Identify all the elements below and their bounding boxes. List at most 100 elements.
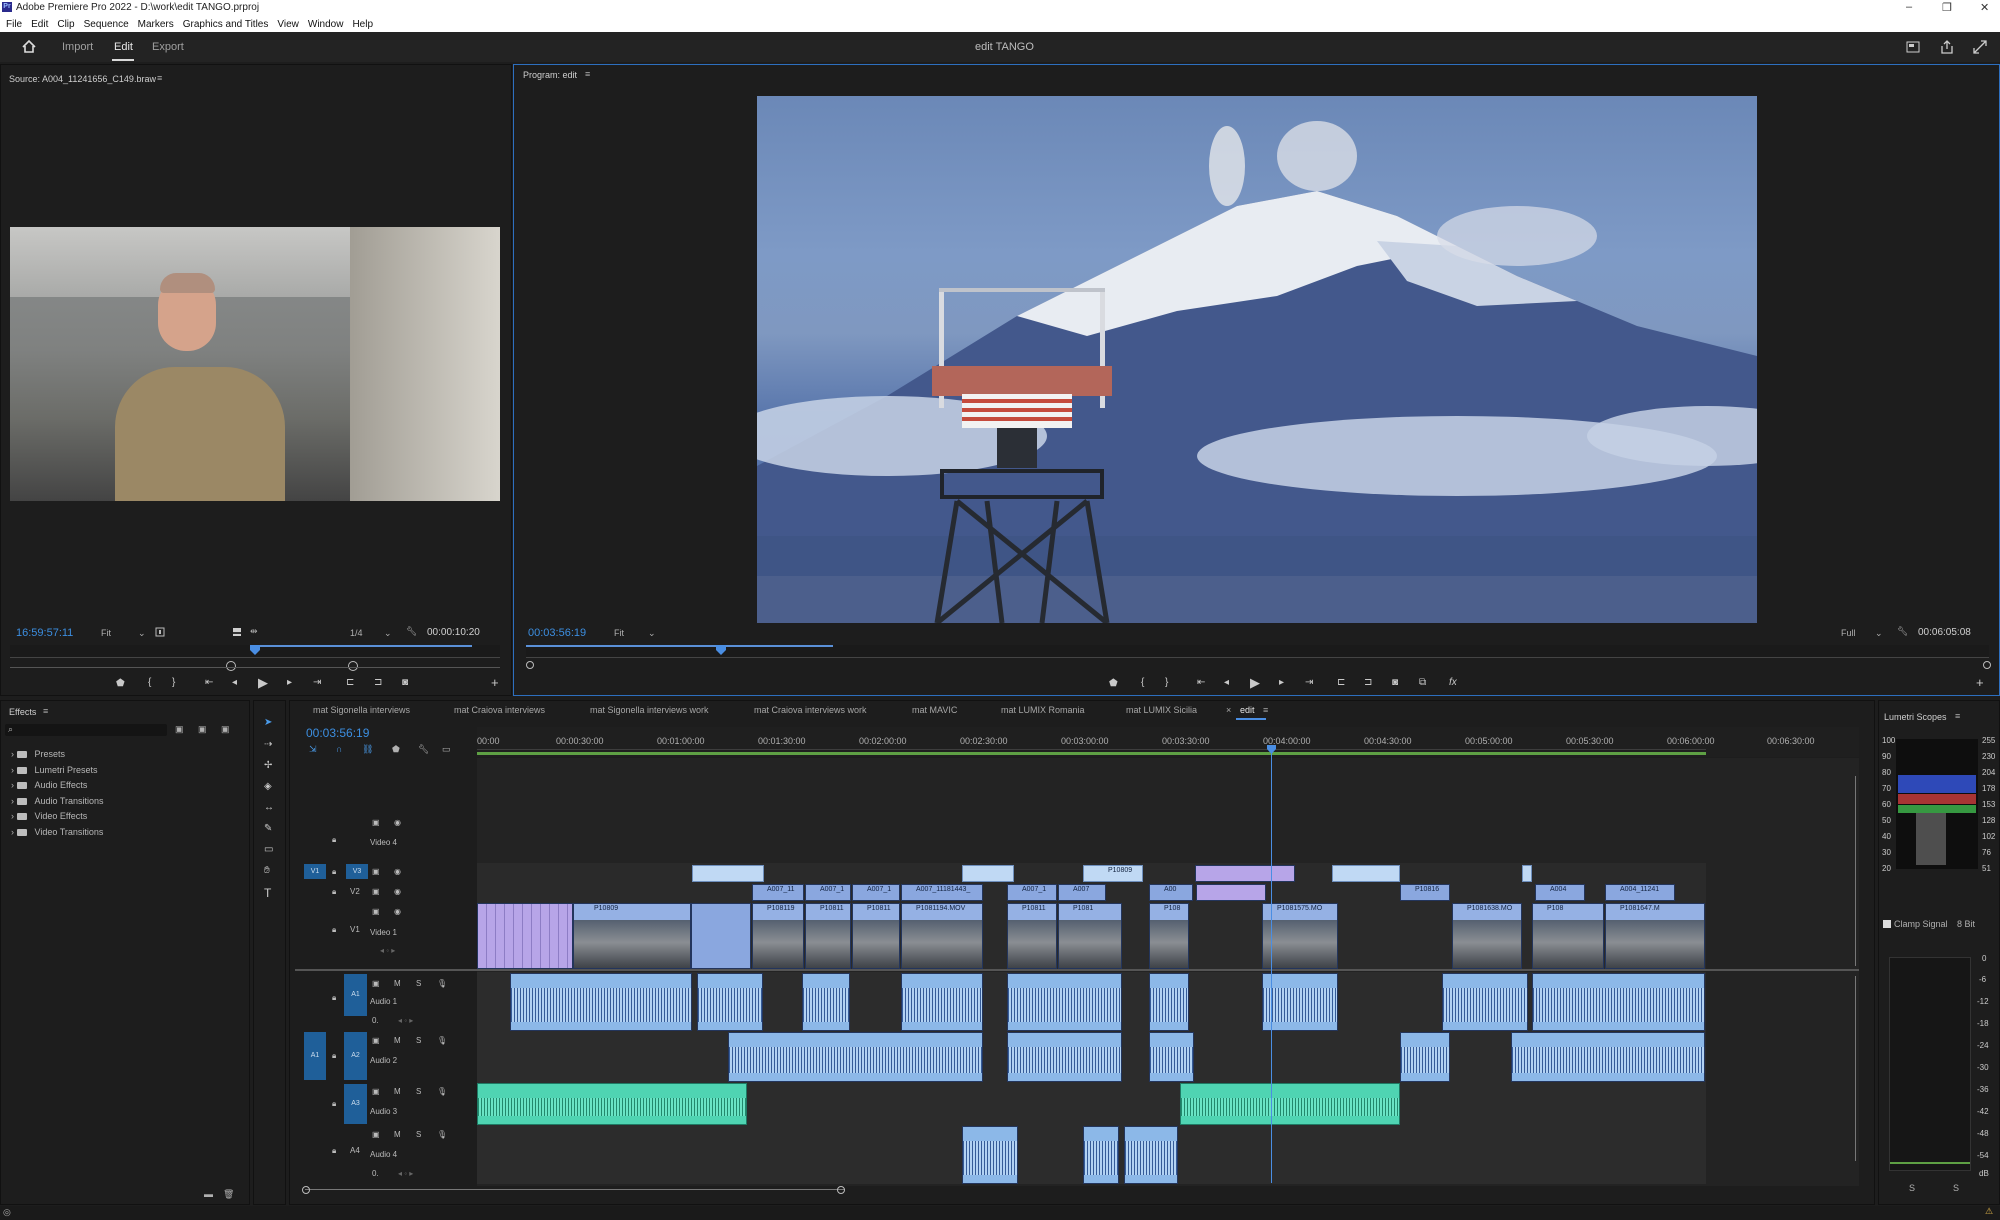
lock-icon[interactable]: 🔒︎ <box>332 1099 336 1109</box>
mute-button[interactable]: M <box>394 979 401 988</box>
clip-v1[interactable]: P108 <box>1532 903 1604 969</box>
timeline-tab-edit[interactable]: edit <box>1240 705 1255 715</box>
mark-in-icon[interactable]: { <box>1141 677 1144 688</box>
horizontal-scrollbar[interactable] <box>305 1189 845 1190</box>
audio-clip-a1[interactable] <box>1532 973 1705 1031</box>
sync-icon[interactable]: ▣ <box>372 887 380 896</box>
eye-icon[interactable]: ◉ <box>394 818 401 827</box>
audio-clip-a2[interactable] <box>1149 1032 1194 1082</box>
close-window-button[interactable]: ✕ <box>1980 1 1989 14</box>
audio-clip-a4[interactable] <box>962 1126 1018 1184</box>
slip-tool-icon[interactable]: ↔ <box>264 802 274 813</box>
insert-icon[interactable]: ⊏ <box>346 677 354 688</box>
restore-button[interactable]: ❐ <box>1942 1 1952 14</box>
program-timecode[interactable]: 00:03:56:19 <box>528 627 586 639</box>
mark-out-icon[interactable]: } <box>172 677 175 688</box>
mark-in-icon[interactable]: { <box>148 677 151 688</box>
zoom-bar[interactable] <box>10 667 500 668</box>
video-vertical-scrollbar[interactable] <box>1855 776 1856 966</box>
sync-icon[interactable]: ▣ <box>372 1036 380 1045</box>
track-target-v3[interactable]: V3 <box>346 864 368 879</box>
eye-icon[interactable]: ◉ <box>394 867 401 876</box>
clamp-signal-checkbox[interactable] <box>1883 920 1891 928</box>
source-monitor-title[interactable]: Source: A004_11241656_C149.braw <box>9 74 156 84</box>
clip-v1[interactable] <box>477 903 573 969</box>
audio-clip-a4[interactable] <box>1083 1126 1119 1184</box>
tab-import[interactable]: Import <box>62 41 93 53</box>
timeline-playhead[interactable] <box>1267 745 1276 754</box>
ripple-edit-tool-icon[interactable]: ✢ <box>264 760 272 771</box>
program-resolution-select[interactable]: Full <box>1841 628 1856 638</box>
play-icon[interactable]: ▶ <box>258 675 268 691</box>
panel-menu-icon[interactable]: ≡ <box>43 706 48 716</box>
clip-v2[interactable]: P10816 <box>1400 884 1450 901</box>
new-bin-icon[interactable]: ▬ <box>204 1189 213 1199</box>
tree-item-video-transitions[interactable]: › Video Transitions <box>11 827 103 837</box>
clip-v1[interactable]: P1081638.MO <box>1452 903 1522 969</box>
timeline-tab-mavic[interactable]: mat MAVIC <box>912 705 957 715</box>
go-to-out-icon[interactable]: ⇥ <box>313 677 321 688</box>
trash-icon[interactable]: 🗑︎ <box>223 1189 234 1200</box>
panel-menu-icon[interactable]: ≡ <box>1263 705 1268 715</box>
menu-edit[interactable]: Edit <box>31 19 48 30</box>
menu-window[interactable]: Window <box>308 19 344 30</box>
drag-video-icon[interactable]: ⇹ <box>250 626 258 637</box>
tree-item-audio-effects[interactable]: › Audio Effects <box>11 780 87 790</box>
panel-menu-icon[interactable]: ≡ <box>585 69 590 79</box>
clip-v3[interactable] <box>1522 865 1532 882</box>
microphone-icon[interactable]: 🎙︎ <box>437 1130 447 1139</box>
wrench-icon[interactable]: 🔧︎ <box>406 626 417 637</box>
clip-v1[interactable] <box>691 903 751 969</box>
clip-v1[interactable]: P108 <box>1149 903 1189 969</box>
warning-icon[interactable]: ⚠ <box>1985 1206 1993 1217</box>
accelerated-effects-icon[interactable]: ▣ <box>175 724 184 735</box>
audio-clip-a2[interactable] <box>1400 1032 1450 1082</box>
program-playhead[interactable] <box>716 645 726 655</box>
timeline-tab-sigonella-interviews[interactable]: mat Sigonella interviews <box>313 705 410 715</box>
menu-view[interactable]: View <box>277 19 299 30</box>
source-patch-a1[interactable]: A1 <box>304 1032 326 1080</box>
mark-out-icon[interactable]: } <box>1165 677 1168 688</box>
insert-nest-icon[interactable]: ⇲ <box>309 744 317 755</box>
microphone-icon[interactable]: 🎙︎ <box>437 979 447 988</box>
play-icon[interactable]: ▶ <box>1250 675 1260 691</box>
audio-clip-a2[interactable] <box>1511 1032 1705 1082</box>
clip-v3[interactable] <box>962 865 1014 882</box>
linked-selection-icon[interactable]: ⛓︎ <box>362 744 373 755</box>
lock-icon[interactable]: 🔒︎ <box>332 867 336 877</box>
tab-export[interactable]: Export <box>152 41 184 53</box>
clip-v2[interactable]: A004 <box>1535 884 1585 901</box>
captions-icon[interactable]: ▭ <box>442 744 451 755</box>
audio-clip-a4[interactable] <box>1124 1126 1178 1184</box>
sync-icon[interactable]: ▣ <box>372 907 380 916</box>
clip-v2[interactable]: A007_1 <box>1007 884 1057 901</box>
sync-icon[interactable]: ▣ <box>372 818 380 827</box>
camera-icon[interactable]: ◙ <box>1392 677 1398 688</box>
track-select-tool-icon[interactable]: ⇢ <box>264 739 272 750</box>
keyframe-nav-icon[interactable]: ◂ ◦ ▸ <box>398 1169 413 1178</box>
menu-help[interactable]: Help <box>352 19 373 30</box>
step-forward-icon[interactable]: ▸ <box>1279 677 1284 688</box>
volume-value[interactable]: 0. <box>372 1169 379 1178</box>
effects-search-input[interactable]: ⌕ <box>5 724 167 736</box>
audio-clip-a1[interactable] <box>1007 973 1122 1031</box>
solo-button[interactable]: S <box>416 1130 421 1139</box>
audio-clip-a1[interactable] <box>901 973 983 1031</box>
source-playhead[interactable] <box>250 645 260 655</box>
track-target-a1[interactable]: A1 <box>344 974 367 1016</box>
type-tool-icon[interactable]: T <box>264 886 271 900</box>
home-icon[interactable] <box>22 40 36 53</box>
program-fit-select[interactable]: Fit <box>614 628 624 638</box>
go-to-in-icon[interactable]: ⇤ <box>205 677 213 688</box>
sync-icon[interactable]: ▣ <box>372 1130 380 1139</box>
sync-icon[interactable]: ▣ <box>372 867 380 876</box>
clip-v1[interactable]: P10811 <box>1007 903 1057 969</box>
tree-item-video-effects[interactable]: › Video Effects <box>11 811 87 821</box>
lock-icon[interactable]: 🔒︎ <box>332 993 336 1003</box>
snap-icon[interactable]: ∩ <box>336 744 342 754</box>
music-clip-a3[interactable] <box>1180 1083 1400 1125</box>
tree-item-presets[interactable]: › Presets <box>11 749 65 759</box>
bit-depth-select[interactable]: 8 Bit <box>1957 919 1975 929</box>
32bit-effects-icon[interactable]: ▣ <box>198 724 207 735</box>
share-icon[interactable] <box>1940 40 1954 54</box>
